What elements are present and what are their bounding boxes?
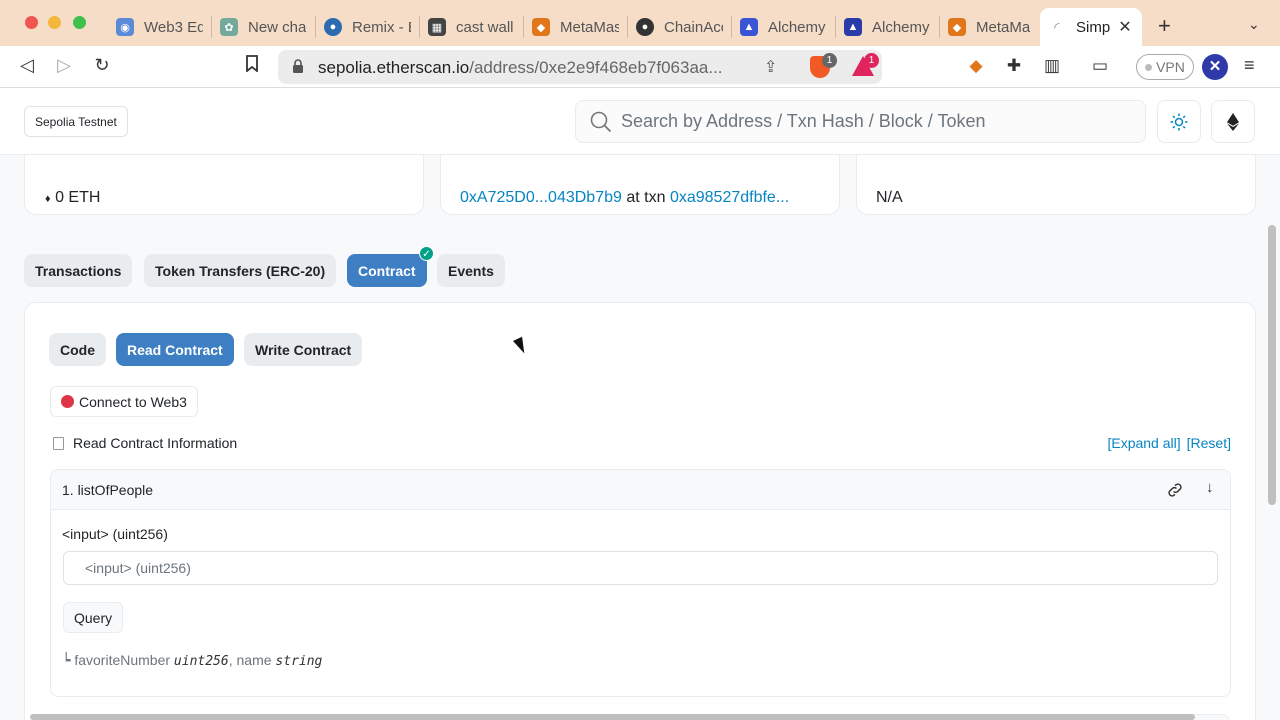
tab-transactions[interactable]: Transactions — [24, 254, 133, 287]
alchemy-icon: ▲ — [844, 18, 862, 36]
sun-icon — [1170, 113, 1188, 130]
creator-txn-link[interactable]: 0xa98527dfbfe... — [670, 189, 789, 206]
browser-tab[interactable]: ● Remix - E — [316, 8, 419, 46]
vpn-button[interactable]: VPN — [1136, 54, 1194, 80]
creator-row: 0xA725D0...043Db7b9 at txn 0xa98527dfbfe… — [460, 189, 790, 206]
new-tab-button[interactable]: + — [1158, 13, 1171, 39]
network-switch-button[interactable] — [1211, 100, 1255, 143]
close-window-button[interactable] — [25, 16, 38, 29]
search-box — [575, 100, 1146, 143]
function-block: 1. listOfPeople ↓ <input> (uint256) Quer… — [50, 469, 1231, 697]
read-contract-info: Read Contract Information — [53, 435, 237, 451]
browser-tab[interactable]: ▦ cast wall — [420, 8, 523, 46]
subtab-code[interactable]: Code — [49, 333, 106, 366]
chatgpt-icon: ✿ — [220, 18, 238, 36]
menu-icon[interactable]: ≡ — [1244, 55, 1255, 76]
arrow-down-icon[interactable]: ↓ — [1206, 479, 1214, 496]
browser-tab[interactable]: ◆ MetaMas — [524, 8, 627, 46]
loading-icon: ◜ — [1054, 18, 1060, 35]
reload-icon[interactable]: ↻ — [90, 55, 114, 76]
browser-tab-active[interactable]: ◜ Simp ✕ — [1040, 8, 1142, 46]
browser-tab[interactable]: ▲ Alchemy — [836, 8, 939, 46]
browser-toolbar: ◁ ▷ ↻ sepolia.etherscan.io/address/0xe2e… — [0, 46, 1280, 88]
forward-icon[interactable]: ▷ — [52, 55, 76, 76]
lock-icon — [293, 59, 303, 73]
browser-tab[interactable]: ◉ Web3 Ed — [108, 8, 211, 46]
param-label: <input> (uint256) — [62, 526, 168, 542]
foundry-icon: ▦ — [428, 18, 446, 36]
site-header: Sepolia Testnet — [0, 89, 1280, 155]
ethereum-icon — [1227, 112, 1239, 131]
expand-reset-links: [Expand all] [Reset] — [1101, 435, 1231, 451]
minimize-window-button[interactable] — [48, 16, 61, 29]
browser-tab[interactable]: ▲ Alchemy — [732, 8, 835, 46]
wallet-icon[interactable]: ▭ — [1089, 56, 1111, 76]
shield-count-badge: 1 — [822, 53, 837, 68]
verified-check-icon: ✓ — [419, 246, 434, 261]
tab-token-transfers[interactable]: Token Transfers (ERC-20) — [144, 254, 337, 287]
tab-list-chevron-icon[interactable]: ⌄ — [1248, 16, 1260, 33]
close-tab-icon[interactable]: ✕ — [1118, 17, 1131, 37]
search-icon — [590, 111, 612, 133]
creator-address-link[interactable]: 0xA725D0...043Db7b9 — [460, 189, 622, 206]
github-icon: ● — [636, 18, 654, 36]
connect-web3-button[interactable]: Connect to Web3 — [50, 386, 198, 417]
metamask-extension-icon[interactable]: ◆ — [965, 56, 987, 76]
maximize-window-button[interactable] — [73, 16, 86, 29]
token-tracker-value: N/A — [876, 189, 903, 206]
metamask-icon: ◆ — [948, 18, 966, 36]
profile-avatar[interactable]: ✕ — [1202, 54, 1228, 80]
link-icon[interactable] — [1166, 481, 1184, 499]
vertical-scrollbar[interactable] — [1268, 225, 1276, 505]
reset-link[interactable]: [Reset] — [1187, 435, 1231, 451]
function-title: 1. listOfPeople — [62, 482, 154, 498]
bookmark-icon[interactable] — [240, 55, 264, 77]
rewards-count-badge: 1 — [864, 53, 879, 68]
param-input[interactable] — [63, 551, 1218, 585]
return-types: ┕ favoriteNumber uint256, name string — [62, 652, 323, 669]
remix-icon: ● — [324, 18, 342, 36]
sidebar-icon[interactable]: ▥ — [1041, 56, 1063, 76]
tab-events[interactable]: Events — [437, 254, 505, 287]
share-icon[interactable]: ⇪ — [764, 57, 777, 77]
network-badge[interactable]: Sepolia Testnet — [24, 106, 128, 137]
browser-tab[interactable]: ✿ New cha — [212, 8, 315, 46]
metamask-icon: ◆ — [532, 18, 550, 36]
search-input[interactable] — [621, 101, 1121, 142]
browser-tab[interactable]: ◆ MetaMas — [940, 8, 1038, 46]
balance-value: ♦ 0 ETH — [45, 189, 101, 206]
etherscan-page: ♦ 0 ETH 0xA725D0...043Db7b9 at txn 0xa98… — [0, 89, 1280, 720]
theme-toggle-button[interactable] — [1157, 100, 1201, 143]
alchemy-icon: ▲ — [740, 18, 758, 36]
tab-contract[interactable]: Contract — [347, 254, 427, 287]
globe-icon: ◉ — [116, 18, 134, 36]
browser-tab[interactable]: ● ChainAcc — [628, 8, 731, 46]
back-icon[interactable]: ◁ — [15, 55, 39, 76]
subtab-read-contract[interactable]: Read Contract — [116, 333, 234, 366]
query-button[interactable]: Query — [63, 602, 124, 633]
function-header[interactable]: 1. listOfPeople ↓ — [51, 470, 1230, 510]
disconnected-status-icon — [61, 395, 74, 408]
url-text: sepolia.etherscan.io/address/0xe2e9f468e… — [318, 58, 723, 77]
contract-panel: Code Read Contract Write Contract Connec… — [24, 302, 1256, 720]
expand-all-link[interactable]: [Expand all] — [1107, 435, 1180, 451]
horizontal-scrollbar[interactable] — [30, 714, 1195, 720]
address-bar[interactable]: sepolia.etherscan.io/address/0xe2e9f468e… — [278, 50, 882, 84]
browser-tab-bar: ◉ Web3 Ed ✿ New cha ● Remix - E ▦ cast w… — [0, 0, 1280, 46]
extensions-puzzle-icon[interactable]: ✚ — [1003, 56, 1025, 76]
document-icon — [53, 436, 64, 450]
subtab-write-contract[interactable]: Write Contract — [244, 333, 363, 366]
